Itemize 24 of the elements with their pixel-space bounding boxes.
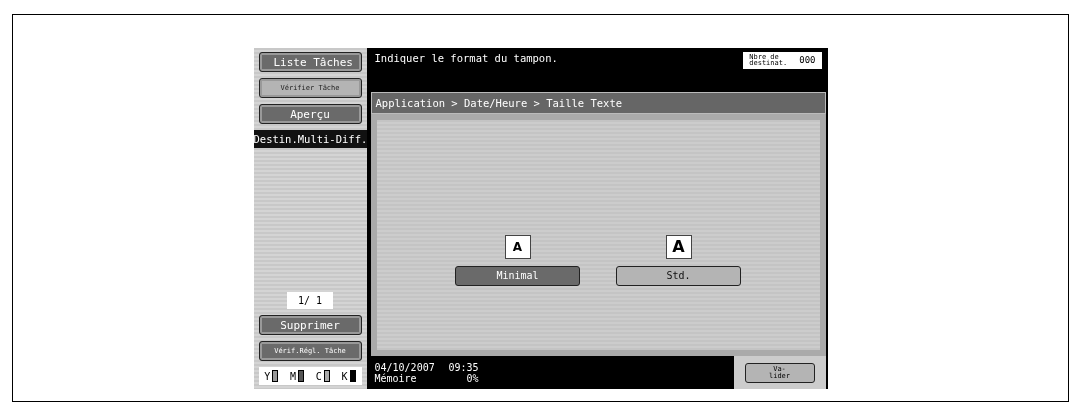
delete-button[interactable]: Supprimer: [258, 315, 362, 335]
destination-value: 000: [799, 55, 816, 66]
toner-gauge-icon: [298, 370, 305, 382]
memory-label: Mémoire: [374, 372, 418, 384]
message-text: Indiquer le format du tampon.: [374, 52, 558, 64]
toner-label: K: [341, 370, 348, 382]
multi-destination-label: Destin.Multi-Diff.: [253, 130, 367, 148]
size-option-button[interactable]: Minimal: [455, 265, 580, 286]
toner-label: C: [315, 370, 322, 382]
font-size-sample: A: [504, 234, 531, 259]
toner-label: M: [290, 370, 297, 382]
side-button[interactable]: Liste Tâches: [258, 52, 362, 72]
time-text: 09:35: [448, 361, 480, 373]
font-size-sample: A: [665, 234, 692, 259]
toner-label: Y: [264, 370, 271, 382]
size-option-button[interactable]: Std.: [616, 265, 741, 286]
memory-value: 0%: [465, 372, 480, 384]
side-button[interactable]: Aperçu: [258, 104, 362, 124]
toner-gauge-icon: [323, 370, 330, 382]
page-counter: 1/ 1: [287, 292, 333, 309]
breadcrumb: Application > Date/Heure > Taille Texte: [370, 92, 826, 114]
toner-gauge-icon: [349, 370, 356, 382]
toner-gauge-icon: [272, 370, 279, 382]
date-text: 04/10/2007: [374, 361, 436, 373]
